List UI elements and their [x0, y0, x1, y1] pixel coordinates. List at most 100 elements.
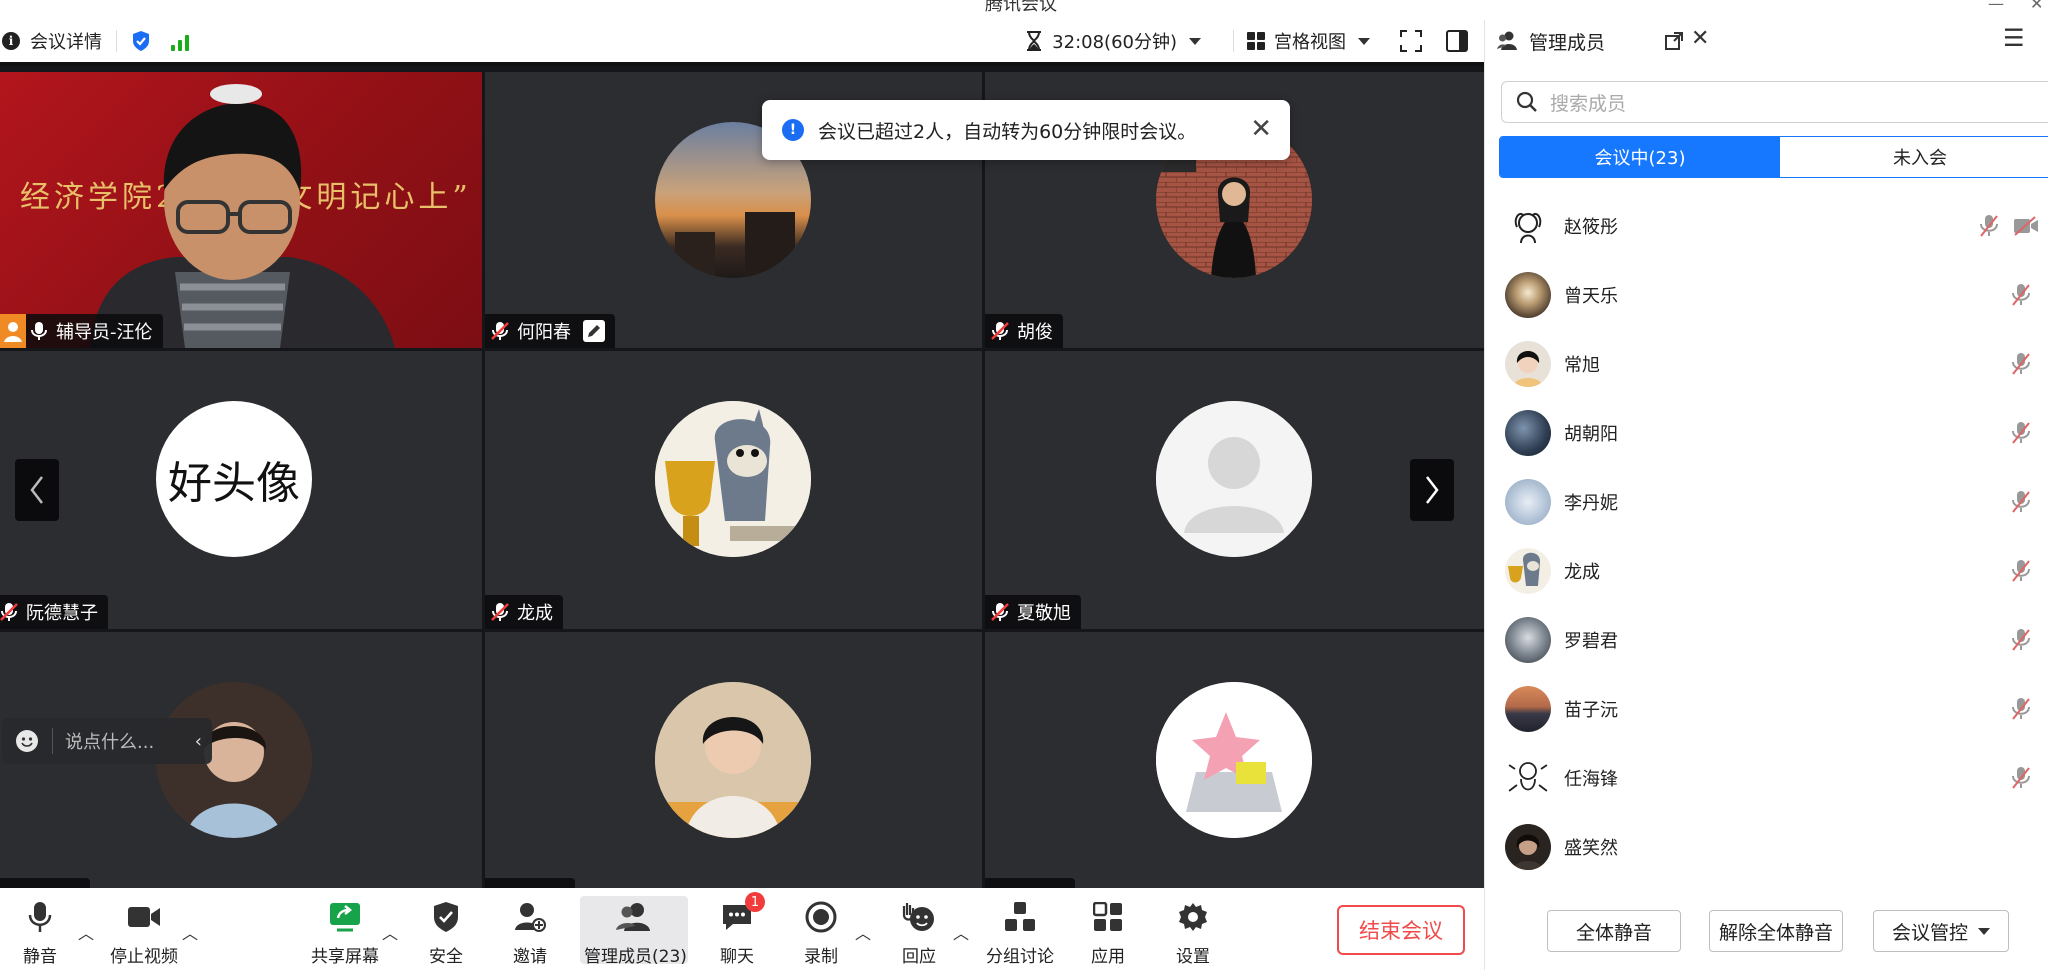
muted-microphone-icon [0, 603, 18, 621]
collapse-chevron-icon[interactable]: ‹ [195, 731, 202, 752]
tab-not-joined[interactable]: 未入会 [1780, 137, 2048, 177]
close-icon[interactable]: ✕ [2030, 0, 2043, 13]
invite-label: 邀请 [513, 947, 547, 967]
settings-button[interactable]: 设置 [1143, 896, 1243, 967]
shield-icon[interactable] [131, 30, 151, 52]
chevron-down-icon [1189, 37, 1201, 45]
panel-header: 管理成员 ✕ ☰ [1485, 20, 2048, 62]
settings-label: 设置 [1176, 947, 1210, 967]
invite-button[interactable]: 邀请 [480, 896, 580, 967]
fullscreen-icon[interactable] [1400, 30, 1422, 52]
next-page-button[interactable] [1410, 459, 1454, 521]
video-tile[interactable]: 好头像 阮德慧子 [0, 351, 482, 629]
mute-all-button[interactable]: 全体静音 [1547, 910, 1681, 952]
manage-members-button[interactable]: 管理成员(23) [584, 896, 687, 967]
meeting-control-dropdown[interactable]: 会议管控 [1873, 910, 2009, 952]
member-avatar [1505, 617, 1551, 663]
member-row[interactable]: 盛笑然 [1485, 813, 2048, 881]
muted-microphone-icon[interactable] [2011, 490, 2031, 514]
minimize-icon[interactable]: — [1988, 0, 2004, 13]
video-tile[interactable] [485, 632, 982, 888]
member-row[interactable]: 龙成 [1485, 537, 2048, 605]
member-avatar [1505, 479, 1551, 525]
participant-name-tag [985, 878, 1075, 888]
member-row[interactable]: 任海锋 [1485, 744, 2048, 812]
menu-icon[interactable]: ☰ [2003, 24, 2025, 52]
muted-microphone-icon[interactable] [2011, 283, 2031, 307]
muted-microphone-icon[interactable] [1979, 214, 1999, 238]
muted-microphone-icon[interactable] [2011, 352, 2031, 376]
member-row[interactable]: 曾天乐 [1485, 261, 2048, 329]
muted-microphone-icon[interactable] [2011, 697, 2031, 721]
member-row[interactable]: 常旭 [1485, 330, 2048, 398]
previous-page-button[interactable] [15, 459, 59, 521]
member-name: 李丹妮 [1564, 493, 1618, 514]
breakout-rooms-label: 分组讨论 [986, 947, 1054, 967]
meeting-toolbar: 静音 ︿ 停止视频 ︿ 共享屏幕 ︿ 安全 邀请 管理成员(23) 1 聊天 录… [0, 888, 1484, 970]
view-mode-dropdown[interactable]: 宫格视图 [1246, 28, 1370, 54]
video-options-chevron-icon[interactable]: ︿ [182, 920, 198, 944]
muted-microphone-icon[interactable] [2011, 421, 2031, 445]
microphone-icon [28, 902, 52, 932]
meeting-timer[interactable]: 32:08(60分钟) [1026, 28, 1201, 54]
member-row[interactable]: 苗子沅 [1485, 675, 2048, 743]
video-camera-icon [128, 907, 160, 927]
member-row[interactable]: 罗碧君 [1485, 606, 2048, 674]
member-row[interactable]: 赵筱彤 [1485, 192, 2048, 260]
video-tile[interactable]: 夏敬旭 [985, 351, 1484, 629]
breakout-rooms-icon [1005, 902, 1035, 931]
close-notification-button[interactable]: ✕ [1250, 114, 1272, 144]
meeting-details-button[interactable]: i 会议详情 [2, 28, 102, 54]
video-off-icon[interactable] [2013, 216, 2039, 236]
gear-icon [1179, 903, 1207, 931]
mute-button[interactable]: 静音 [0, 896, 90, 967]
member-row[interactable]: 李丹妮 [1485, 468, 2048, 536]
muted-microphone-icon [491, 322, 509, 340]
participant-avatar [1156, 682, 1312, 838]
share-screen-icon [330, 903, 360, 932]
muted-microphone-icon[interactable] [2011, 559, 2031, 583]
sidebar-toggle-icon[interactable] [1446, 30, 1468, 52]
member-search-input[interactable]: 搜索成员 [1501, 81, 2048, 123]
mute-options-chevron-icon[interactable]: ︿ [78, 920, 94, 944]
member-avatar [1505, 824, 1551, 870]
signal-icon[interactable] [171, 31, 189, 51]
participant-name-tag: 辅导员-汪伦 [0, 314, 163, 348]
meeting-control-label: 会议管控 [1891, 921, 1968, 944]
divider [1233, 30, 1234, 52]
chat-quick-input[interactable]: 说点什么... ‹ [2, 718, 212, 764]
record-label: 录制 [804, 947, 838, 967]
topbar-right: 32:08(60分钟) 宫格视图 [1026, 20, 1484, 62]
reaction-options-chevron-icon[interactable]: ︿ [953, 920, 969, 944]
member-avatar [1505, 548, 1551, 594]
close-panel-button[interactable]: ✕ [1691, 26, 1709, 51]
member-management-panel: 管理成员 ✕ ☰ 搜索成员 会议中(23) 未入会 赵筱彤 曾天乐 常旭 胡朝阳… [1484, 20, 2048, 970]
muted-microphone-icon[interactable] [2011, 766, 2031, 790]
participant-name: 阮德慧子 [26, 603, 98, 624]
video-tile[interactable]: 经济学院2023…文明记心上” [0, 72, 482, 348]
cartoon-cat-image [655, 401, 811, 557]
unmute-all-button[interactable]: 解除全体静音 [1709, 910, 1843, 952]
chevron-down-icon [1978, 927, 1990, 935]
cartoon-star-image [1156, 682, 1312, 838]
end-meeting-button[interactable]: 结束会议 [1337, 905, 1465, 955]
participant-name-tag: 阮德慧子 [0, 595, 108, 629]
pop-out-icon[interactable] [1665, 32, 1683, 50]
edit-icon[interactable] [583, 320, 605, 342]
notification-text: 会议已超过2人，自动转为60分钟限时会议。 [818, 120, 1197, 143]
default-avatar-icon [1156, 401, 1312, 557]
security-shield-icon [434, 902, 458, 932]
chevron-left-icon [30, 476, 43, 504]
member-row[interactable]: 胡朝阳 [1485, 399, 2048, 467]
tab-in-meeting[interactable]: 会议中(23) [1500, 137, 1780, 177]
share-screen-button[interactable]: 共享屏幕 [295, 896, 395, 967]
breakout-rooms-button[interactable]: 分组讨论 [970, 896, 1070, 967]
stop-video-button[interactable]: 停止视频 [94, 896, 194, 967]
participant-name-tag: 何阳春 [485, 314, 615, 348]
emoji-icon[interactable] [16, 730, 38, 752]
video-tile[interactable]: 龙成 [485, 351, 982, 629]
member-tabs: 会议中(23) 未入会 [1499, 136, 2048, 178]
muted-microphone-icon[interactable] [2011, 628, 2031, 652]
video-tile[interactable] [985, 632, 1484, 888]
participant-avatar [655, 682, 811, 838]
